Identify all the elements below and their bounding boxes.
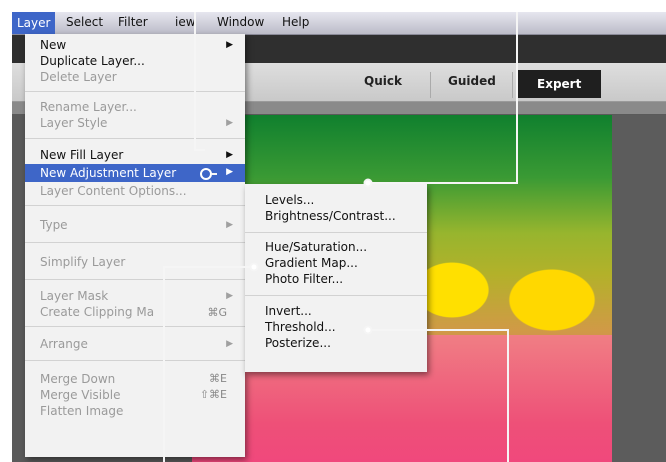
- callout-line: [163, 266, 252, 462]
- callout-line: [194, 12, 205, 151]
- callout-line: [370, 12, 518, 184]
- app-window: Layer Select Filter iew Window Help Quic…: [12, 12, 666, 462]
- callout-lines: [163, 12, 518, 462]
- callout-line: [370, 329, 509, 462]
- callout-dot-icon: [363, 325, 373, 335]
- callout-dot-icon: [249, 262, 259, 272]
- callout-dot-icon: [200, 168, 212, 180]
- callout-dot-icon: [363, 178, 373, 188]
